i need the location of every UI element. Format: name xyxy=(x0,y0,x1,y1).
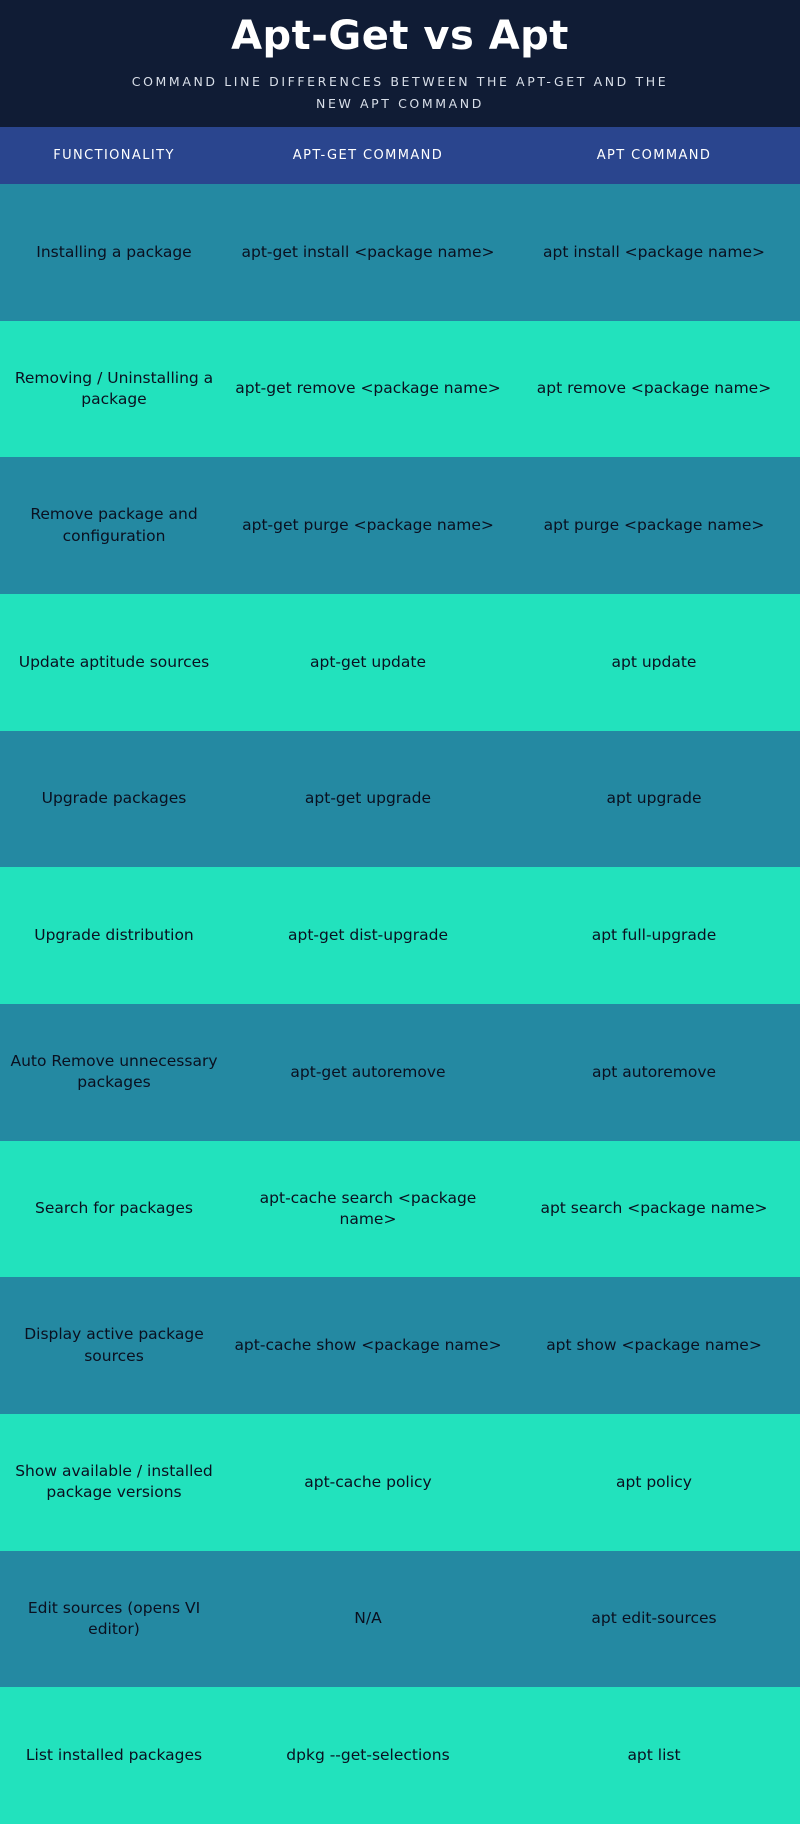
table-row: Show available / installed package versi… xyxy=(0,1414,800,1551)
cell-apt-command: apt autoremove xyxy=(591,1062,717,1081)
cell-apt-get-command: apt-get upgrade xyxy=(304,789,432,808)
cell-apt-command: apt purge <package name> xyxy=(543,515,765,534)
table-row: Upgrade packages apt-get upgrade apt upg… xyxy=(0,730,800,868)
table-row: Upgrade distribution apt-get dist-upgrad… xyxy=(0,867,800,1005)
cell-functionality: Removing / Uninstalling a package xyxy=(14,368,214,408)
cell-apt-command: apt full-upgrade xyxy=(591,926,717,944)
cell-functionality: Upgrade distribution xyxy=(34,926,194,944)
table-row: Display active package sources apt-cache… xyxy=(0,1277,800,1415)
table-row: Auto Remove unnecessary packages apt-get… xyxy=(0,1004,800,1141)
cell-apt-get-command: apt-get remove <package name> xyxy=(235,379,501,398)
cell-functionality: Auto Remove unnecessary packages xyxy=(10,1051,218,1092)
table-row: Removing / Uninstalling a package apt-ge… xyxy=(0,320,800,458)
cell-apt-command: apt remove <package name> xyxy=(536,379,772,398)
cell-functionality: Remove package and configuration xyxy=(30,505,198,545)
table-row: List installed packages dpkg --get-selec… xyxy=(0,1687,800,1824)
table-body: Installing a package apt-get install <pa… xyxy=(0,184,800,1824)
cell-apt-get-command: apt-get autoremove xyxy=(290,1062,446,1081)
table-row: Search for packages apt-cache search <pa… xyxy=(0,1140,800,1278)
cell-apt-get-command: apt-get install <package name> xyxy=(241,242,495,261)
cell-apt-get-command: apt-cache search <package name> xyxy=(259,1188,477,1229)
cell-apt-get-command: N/A xyxy=(354,1609,382,1628)
page-subtitle: COMMAND LINE DIFFERENCES BETWEEN THE APT… xyxy=(131,73,669,111)
column-header-apt-get-command: APT-GET COMMAND xyxy=(292,147,444,163)
cell-apt-get-command: apt-cache policy xyxy=(304,1472,432,1491)
table-row: Installing a package apt-get install <pa… xyxy=(0,184,800,321)
cell-functionality: Installing a package xyxy=(36,242,192,261)
cell-apt-get-command: apt-get update xyxy=(309,652,426,671)
cell-apt-command: apt upgrade xyxy=(606,789,702,808)
cell-functionality: List installed packages xyxy=(25,1746,203,1765)
column-header-apt-command: APT COMMAND xyxy=(596,147,712,163)
table-row: Remove package and configuration apt-get… xyxy=(0,457,800,595)
column-header-functionality: FUNCTIONALITY xyxy=(53,147,175,163)
table-column-header: FUNCTIONALITY APT-GET COMMAND APT COMMAN… xyxy=(0,127,800,184)
cell-apt-get-command: apt-cache show <package name> xyxy=(234,1336,502,1355)
infographic-root: Apt-Get vs Apt COMMAND LINE DIFFERENCES … xyxy=(0,0,800,1824)
cell-apt-command: apt list xyxy=(627,1746,681,1765)
cell-functionality: Show available / installed package versi… xyxy=(15,1462,213,1502)
masthead: Apt-Get vs Apt COMMAND LINE DIFFERENCES … xyxy=(0,0,800,127)
cell-functionality: Update aptitude sources xyxy=(18,652,210,671)
page-title: Apt-Get vs Apt xyxy=(231,13,569,59)
cell-functionality: Display active package sources xyxy=(24,1325,204,1365)
cell-functionality: Upgrade packages xyxy=(41,789,187,808)
cell-apt-get-command: dpkg --get-selections xyxy=(286,1746,450,1765)
cell-apt-command: apt update xyxy=(611,652,697,671)
cell-functionality: Search for packages xyxy=(35,1199,193,1218)
table-row: Edit sources (opens VI editor) N/A apt e… xyxy=(0,1550,800,1688)
cell-apt-get-command: apt-get dist-upgrade xyxy=(287,926,449,944)
cell-apt-command: apt install <package name> xyxy=(543,242,765,261)
cell-functionality: Edit sources (opens VI editor) xyxy=(27,1598,201,1639)
cell-apt-command: apt search <package name> xyxy=(540,1199,768,1218)
table-row: Update aptitude sources apt-get update a… xyxy=(0,594,800,731)
cell-apt-get-command: apt-get purge <package name> xyxy=(242,515,494,534)
cell-apt-command: apt edit-sources xyxy=(591,1609,717,1628)
cell-apt-command: apt policy xyxy=(616,1472,692,1491)
cell-apt-command: apt show <package name> xyxy=(546,1336,762,1355)
